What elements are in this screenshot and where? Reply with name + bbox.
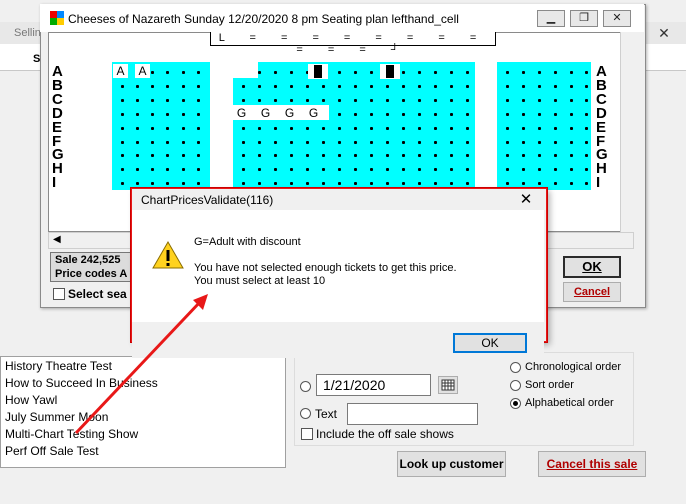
arrow-line	[74, 300, 202, 435]
annotation-arrow	[74, 294, 208, 435]
